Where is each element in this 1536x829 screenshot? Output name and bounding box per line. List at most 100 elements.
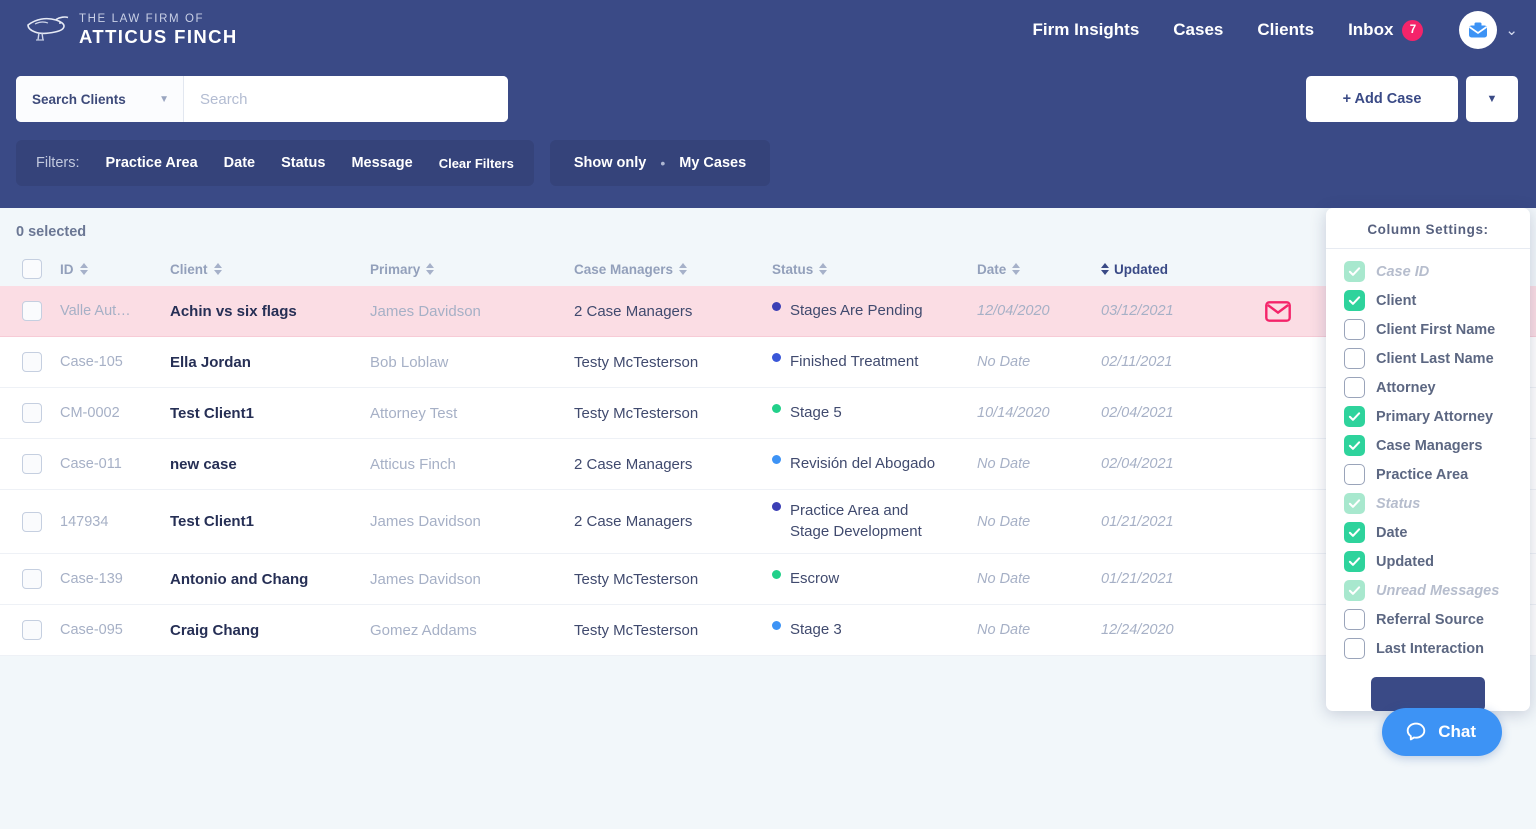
column-header-date[interactable]: Date	[971, 262, 1095, 277]
cell-updated: 02/11/2021	[1095, 354, 1243, 370]
table-row[interactable]: 147934Test Client1James Davidson2 Case M…	[0, 490, 1536, 554]
column-settings-item[interactable]: Referral Source	[1326, 605, 1530, 634]
table-row[interactable]: Valle Aut…Achin vs six flagsJames Davids…	[0, 286, 1536, 337]
table-row[interactable]: Case-011new caseAtticus Finch2 Case Mana…	[0, 439, 1536, 490]
column-toggle-checkbox[interactable]	[1344, 435, 1365, 456]
filter-status[interactable]: Status	[281, 155, 325, 171]
row-checkbox[interactable]	[22, 620, 42, 640]
column-settings-item[interactable]: Date	[1326, 518, 1530, 547]
column-toggle-checkbox[interactable]	[1344, 406, 1365, 427]
column-header-updated[interactable]: Updated	[1095, 262, 1243, 277]
chevron-down-icon[interactable]: ⌄	[1505, 21, 1518, 39]
sort-icon[interactable]	[1012, 263, 1020, 275]
column-settings-item-label: Unread Messages	[1376, 583, 1499, 599]
row-checkbox[interactable]	[22, 352, 42, 372]
column-header-id-label: ID	[60, 262, 74, 277]
cell-client[interactable]: Achin vs six flags	[164, 303, 364, 320]
sort-icon[interactable]	[679, 263, 687, 275]
cell-client[interactable]: new case	[164, 456, 364, 473]
column-settings-item[interactable]: Client Last Name	[1326, 344, 1530, 373]
column-settings-item[interactable]: Client First Name	[1326, 315, 1530, 344]
nav-item-clients[interactable]: Clients	[1257, 20, 1314, 40]
column-header-id[interactable]: ID	[54, 262, 164, 277]
sort-icon[interactable]	[214, 263, 222, 275]
column-settings-item[interactable]: Primary Attorney	[1326, 402, 1530, 431]
column-header-status[interactable]: Status	[766, 262, 971, 277]
row-checkbox[interactable]	[22, 301, 42, 321]
row-checkbox[interactable]	[22, 512, 42, 532]
column-toggle-checkbox[interactable]	[1344, 348, 1365, 369]
column-toggle-checkbox[interactable]	[1344, 290, 1365, 311]
status-dot-icon	[772, 404, 781, 413]
table-row[interactable]: Case-105Ella JordanBob LoblawTesty McTes…	[0, 337, 1536, 388]
status-dot-icon	[772, 570, 781, 579]
table-row[interactable]: CM-0002Test Client1Attorney TestTesty Mc…	[0, 388, 1536, 439]
select-all-checkbox[interactable]	[22, 259, 42, 279]
row-checkbox[interactable]	[22, 454, 42, 474]
cell-client[interactable]: Test Client1	[164, 513, 364, 530]
column-settings-item[interactable]: Practice Area	[1326, 460, 1530, 489]
column-settings-apply-button[interactable]	[1371, 677, 1485, 711]
column-toggle-checkbox[interactable]	[1344, 609, 1365, 630]
add-case-button[interactable]: + Add Case	[1306, 76, 1458, 122]
search-scope-dropdown[interactable]: Search Clients ▼	[16, 76, 184, 122]
sort-icon[interactable]	[819, 263, 827, 275]
column-toggle-checkbox[interactable]	[1344, 464, 1365, 485]
column-settings-item[interactable]: Updated	[1326, 547, 1530, 576]
chat-button[interactable]: Chat	[1382, 708, 1502, 756]
cell-date-text: 12/04/2020	[977, 303, 1050, 319]
brand-logo[interactable]: THE LAW FIRM OF ATTICUS FINCH	[26, 13, 238, 47]
row-checkbox[interactable]	[22, 569, 42, 589]
cell-case-managers-text: Testy McTesterson	[574, 405, 698, 422]
add-case-dropdown-button[interactable]: ▼	[1466, 76, 1518, 122]
search-input[interactable]	[184, 76, 508, 122]
cell-client[interactable]: Craig Chang	[164, 622, 364, 639]
my-cases-toggle[interactable]: My Cases	[679, 155, 746, 171]
table-header-row: ID Client Primary Case Managers Status D…	[0, 252, 1536, 286]
table-body: Valle Aut…Achin vs six flagsJames Davids…	[0, 286, 1536, 656]
nav-item-inbox[interactable]: Inbox 7	[1348, 20, 1423, 41]
column-toggle-checkbox[interactable]	[1344, 551, 1365, 572]
sort-icon[interactable]	[80, 263, 88, 275]
filters-toolbar: Filters: Practice Area Date Status Messa…	[0, 122, 1536, 208]
avatar[interactable]	[1459, 11, 1497, 49]
sort-icon-active[interactable]	[1101, 263, 1109, 275]
table-row[interactable]: Case-095Craig ChangGomez AddamsTesty McT…	[0, 605, 1536, 656]
cases-content-area: 0 selected ID Client Primary Case Manage…	[0, 208, 1536, 772]
brand-line-2: ATTICUS FINCH	[79, 28, 238, 47]
table-row[interactable]: Case-139Antonio and ChangJames DavidsonT…	[0, 554, 1536, 605]
clear-filters-button[interactable]: Clear Filters	[439, 156, 514, 171]
filter-practice-area[interactable]: Practice Area	[106, 155, 198, 171]
column-settings-item[interactable]: Last Interaction	[1326, 634, 1530, 663]
unread-message-icon[interactable]	[1265, 301, 1291, 322]
account-menu[interactable]: ⌄	[1459, 11, 1518, 49]
status-dot-icon	[772, 302, 781, 311]
cell-client[interactable]: Antonio and Chang	[164, 571, 364, 588]
sort-icon[interactable]	[426, 263, 434, 275]
cell-client[interactable]: Test Client1	[164, 405, 364, 422]
column-toggle-checkbox[interactable]	[1344, 638, 1365, 659]
column-header-case-managers[interactable]: Case Managers	[568, 262, 766, 277]
column-settings-item[interactable]: Attorney	[1326, 373, 1530, 402]
filter-message[interactable]: Message	[351, 155, 412, 171]
row-checkbox[interactable]	[22, 403, 42, 423]
column-toggle-checkbox[interactable]	[1344, 522, 1365, 543]
column-header-primary[interactable]: Primary	[364, 262, 568, 277]
nav-item-firm-insights[interactable]: Firm Insights	[1033, 20, 1140, 40]
column-header-client[interactable]: Client	[164, 262, 364, 277]
column-settings-item[interactable]: Client	[1326, 286, 1530, 315]
column-toggle-checkbox[interactable]	[1344, 377, 1365, 398]
selected-count-label: 0 selected	[0, 208, 1536, 252]
filter-date[interactable]: Date	[224, 155, 255, 171]
cell-client-text: Test Client1	[170, 405, 254, 422]
status-dot-icon	[772, 502, 781, 511]
column-settings-item-label: Attorney	[1376, 380, 1436, 396]
column-settings-item[interactable]: Case Managers	[1326, 431, 1530, 460]
cell-updated: 02/04/2021	[1095, 456, 1243, 472]
column-toggle-checkbox[interactable]	[1344, 319, 1365, 340]
cell-date: No Date	[971, 622, 1095, 638]
nav-item-cases[interactable]: Cases	[1173, 20, 1223, 40]
cell-date-text: No Date	[977, 622, 1030, 638]
column-settings-item-label: Status	[1376, 496, 1420, 512]
cell-client[interactable]: Ella Jordan	[164, 354, 364, 371]
